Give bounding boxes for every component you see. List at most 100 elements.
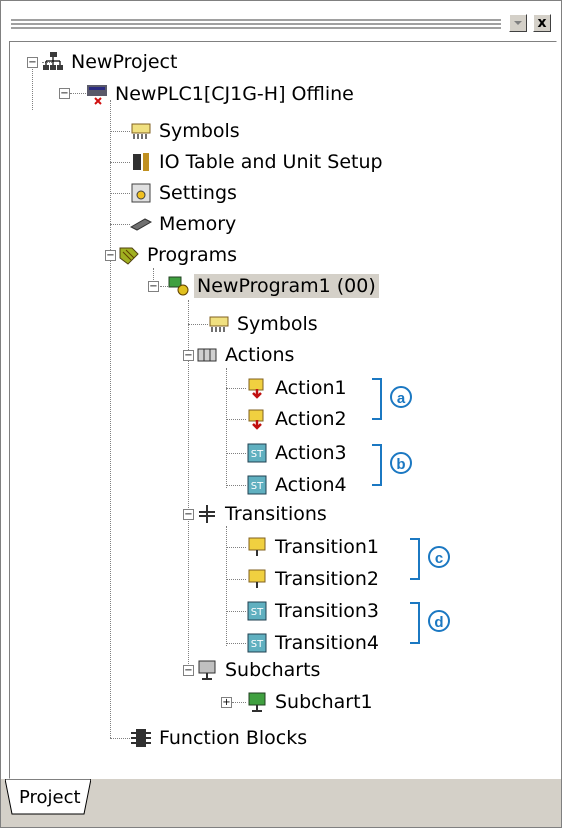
tree-node-symbols[interactable]: Symbols [130,117,243,145]
callout-badge-a: a [390,386,412,408]
tree-node-transition2[interactable]: Transition2 [246,565,382,593]
tree-line [232,702,246,703]
tree-node-plc[interactable]: NewPLC1[CJ1G-H] Offline [86,80,357,108]
panel-title-bar[interactable]: x [9,13,557,37]
st-icon: ST [247,633,267,653]
tree-line [226,419,246,420]
tree-node-label: NewPLC1[CJ1G-H] Offline [115,83,354,105]
tree-node-subcharts[interactable]: Subcharts [196,656,323,684]
tree-node-label: Memory [159,213,237,235]
tree-node-program[interactable]: NewProgram1 (00) [168,272,379,300]
ladder-action-icon [248,409,264,430]
tree-line [110,131,130,132]
tree-node-transitions[interactable]: Transitions [196,500,330,528]
tree-node-programs[interactable]: Programs [118,241,240,269]
tree-line [226,526,227,646]
tree-node-action1[interactable]: Action1 [246,374,350,402]
callout-bracket [372,444,382,486]
collapse-toggle[interactable]: − [183,509,194,520]
tree-node-action3[interactable]: ST Action3 [246,439,350,467]
tree-line [226,547,246,548]
callout-bracket [372,378,382,420]
callout-bracket [410,602,420,644]
collapse-toggle[interactable]: − [105,250,116,261]
collapse-toggle[interactable]: − [183,350,194,361]
st-icon: ST [247,601,267,621]
tree-node-transition1[interactable]: Transition1 [246,533,382,561]
subcharts-icon [198,660,216,680]
tree-node-io-table[interactable]: IO Table and Unit Setup [130,148,386,176]
tab-label: Project [19,787,81,808]
st-icon: ST [247,475,267,495]
tree-line [188,324,208,325]
drag-grip[interactable] [11,17,501,31]
tree-node-label: NewProject [71,51,178,73]
ladder-action-icon [248,378,264,399]
tree-node-actions[interactable]: Actions [196,341,297,369]
tree-line [32,66,33,110]
workspace-tab-bar: Project [1,779,561,827]
tree-node-project[interactable]: NewProject [42,48,180,76]
expand-toggle[interactable]: + [221,697,232,708]
callout-badge-d: d [428,610,450,632]
network-icon [43,52,63,70]
tree-node-label: Transition4 [275,632,379,654]
tree-node-label: Symbols [237,313,318,335]
tree-node-label: Subcharts [225,659,321,681]
collapse-toggle[interactable]: − [59,88,70,99]
tree-node-program-symbols[interactable]: Symbols [208,310,321,338]
st-icon: ST [247,443,267,463]
close-button[interactable]: x [533,14,551,32]
project-tree[interactable]: − − − − − − − + NewProject NewPLC1[CJ1G-… [9,41,557,779]
tree-node-label: Action1 [275,377,347,399]
programs-icon [119,247,139,265]
tree-node-label: Transition2 [275,568,379,590]
tree-line [110,100,111,738]
tree-line [160,286,168,287]
callout-badge-b: b [390,452,412,474]
tree-node-transition3[interactable]: ST Transition3 [246,597,382,625]
tree-node-subchart1[interactable]: Subchart1 [246,688,376,716]
symbols-icon [131,123,151,139]
tree-line [226,643,246,644]
settings-icon [131,183,151,203]
tree-node-memory[interactable]: Memory [130,210,239,238]
tree-line [110,162,130,163]
dropdown-button[interactable] [509,14,527,32]
tree-node-transition4[interactable]: ST Transition4 [246,629,382,657]
tree-node-label: Action2 [275,408,347,430]
tree-node-label-selected: NewProgram1 (00) [194,274,379,298]
tree-node-label: Transition1 [275,536,379,558]
actions-folder-icon [197,348,217,362]
subchart-icon [248,692,266,712]
function-blocks-icon [131,729,151,747]
tree-line [70,93,86,94]
callout-badge-c: c [428,546,450,568]
collapse-toggle[interactable]: − [183,665,194,676]
symbols-icon [209,316,229,332]
collapse-toggle[interactable]: − [27,57,38,68]
tree-node-label: Subchart1 [275,691,373,713]
tree-line [226,453,246,454]
collapse-toggle[interactable]: − [148,281,159,292]
tree-node-settings[interactable]: Settings [130,179,240,207]
svg-text:ST: ST [251,449,264,460]
project-workspace-panel: x − − − − − − − + NewProject NewPLC1[CJ1… [0,0,562,828]
callout-bracket [410,538,420,580]
tree-node-action4[interactable]: ST Action4 [246,471,350,499]
svg-text:ST: ST [251,607,264,618]
tree-line [226,388,246,389]
plc-offline-icon [87,85,107,105]
tree-line [226,485,246,486]
tree-line [110,224,130,225]
tree-node-action2[interactable]: Action2 [246,405,350,433]
tree-node-label: Transition3 [275,600,379,622]
tree-line [226,579,246,580]
tree-node-function-blocks[interactable]: Function Blocks [130,724,310,752]
transitions-folder-icon [199,505,215,523]
tree-line [110,193,130,194]
memory-icon [130,218,152,231]
tab-project[interactable]: Project [5,779,91,815]
tree-node-label: Programs [147,244,238,266]
tree-node-label: Function Blocks [159,727,308,749]
